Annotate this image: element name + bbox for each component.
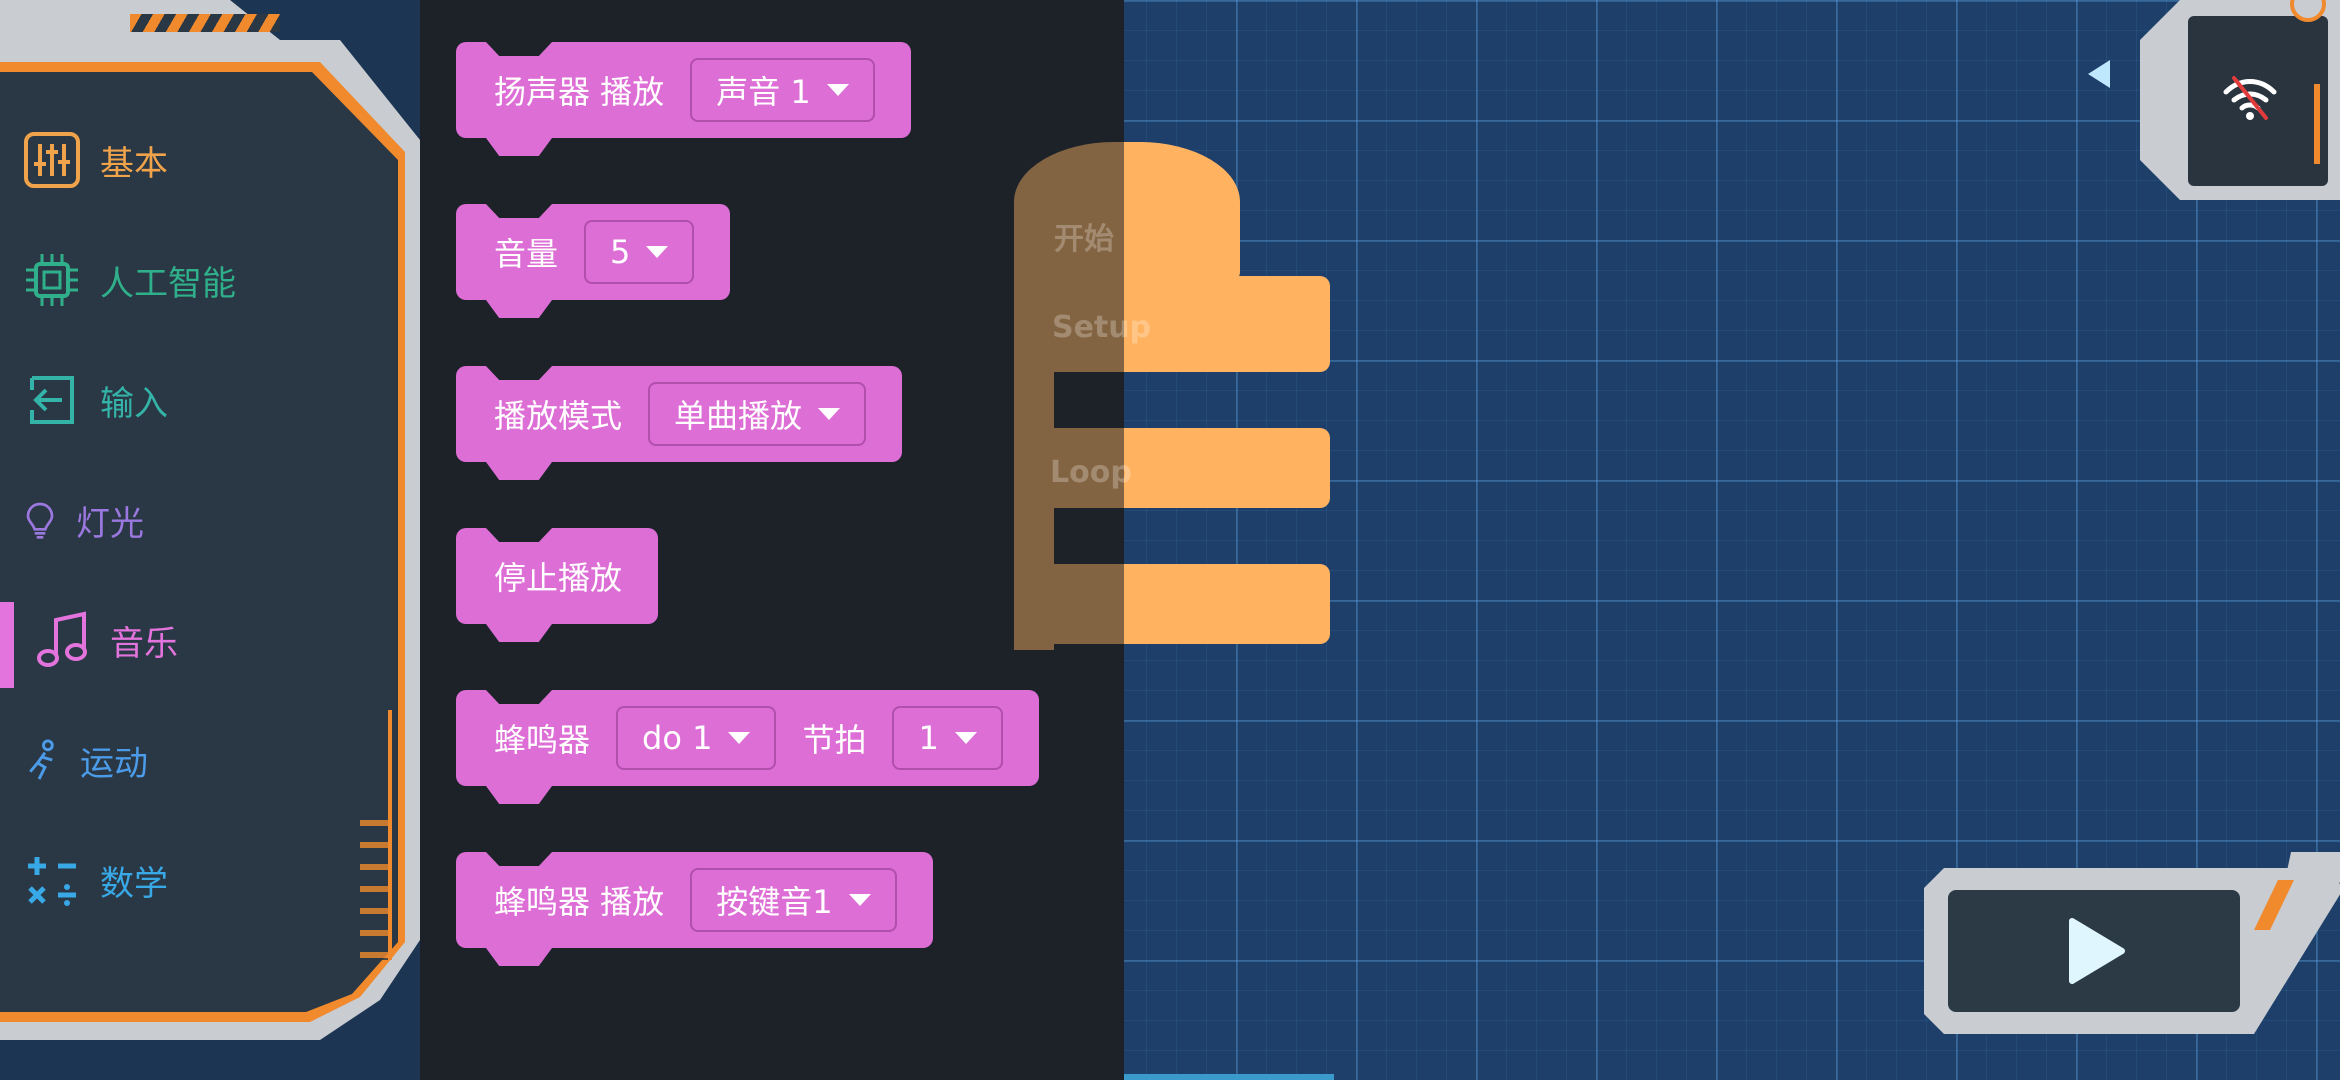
loop-label: Loop	[1050, 455, 1132, 490]
category-label: 音乐	[110, 623, 178, 664]
beat-dropdown[interactable]: 1	[892, 706, 1003, 770]
block-label: 蜂鸣器 播放	[494, 883, 665, 921]
category-motion[interactable]: 运动	[20, 725, 380, 795]
play-mode-dropdown[interactable]: 单曲播放	[648, 382, 867, 446]
collapse-arrow-icon[interactable]	[2088, 60, 2110, 88]
category-label: 基本	[100, 143, 168, 184]
volume-dropdown[interactable]: 5	[584, 220, 695, 284]
category-math[interactable]: 数学	[20, 845, 380, 915]
category-music[interactable]: 音乐	[30, 605, 390, 675]
run-button[interactable]	[1948, 890, 2240, 1012]
input-arrow-icon	[20, 368, 84, 432]
dropdown-value: 按键音1	[716, 883, 833, 921]
chevron-down-icon	[728, 732, 751, 744]
note-dropdown[interactable]: do 1	[616, 706, 777, 770]
running-figure-icon	[20, 728, 64, 792]
block-stop-play[interactable]: 停止播放	[456, 528, 659, 624]
wifi-off-icon	[2223, 76, 2277, 120]
chevron-down-icon	[848, 894, 871, 906]
math-symbols-icon	[20, 848, 84, 912]
block-label: 音量	[494, 235, 559, 273]
dropdown-value: 1	[918, 719, 939, 757]
hazard-stripes	[130, 14, 280, 32]
dropdown-value: 声音 1	[716, 73, 811, 111]
category-light[interactable]: 灯光	[20, 485, 380, 555]
block-label: 蜂鸣器	[494, 721, 591, 759]
buzzer-sound-dropdown[interactable]: 按键音1	[690, 868, 897, 932]
dropdown-value: 5	[610, 233, 631, 271]
chevron-down-icon	[954, 732, 977, 744]
block-buzzer-play[interactable]: 蜂鸣器 播放 按键音1	[456, 852, 933, 948]
category-label: 灯光	[76, 503, 144, 544]
sound-dropdown[interactable]: 声音 1	[690, 58, 875, 122]
block-label: 播放模式	[494, 397, 623, 435]
lightbulb-icon	[20, 488, 60, 552]
block-label-beat: 节拍	[802, 721, 867, 759]
music-note-icon	[30, 608, 94, 672]
workspace-scrollbar[interactable]	[1124, 1074, 1334, 1080]
category-basic[interactable]: 基本	[20, 125, 380, 195]
category-label: 数学	[100, 863, 168, 904]
device-panel-rail	[2314, 84, 2320, 164]
setup-label: Setup	[1052, 310, 1152, 345]
category-label: 运动	[80, 743, 148, 784]
chevron-down-icon	[818, 408, 841, 420]
chip-icon	[20, 248, 84, 312]
event-hat-label: 开始	[1054, 222, 1114, 257]
category-sidebar: 基本 人工智能 输入 灯光 音乐 运动 数学	[0, 0, 420, 1080]
active-category-indicator	[0, 602, 14, 688]
block-buzzer[interactable]: 蜂鸣器 do 1 节拍 1	[456, 690, 1039, 786]
category-label: 人工智能	[100, 263, 236, 304]
chevron-down-icon	[826, 84, 849, 96]
chevron-down-icon	[646, 246, 669, 258]
block-play-mode[interactable]: 播放模式 单曲播放	[456, 366, 903, 462]
sidebar-rail	[388, 710, 392, 960]
block-label: 停止播放	[494, 559, 623, 597]
connection-button[interactable]	[2212, 60, 2288, 136]
dropdown-value: 单曲播放	[674, 397, 803, 435]
block-speaker-play[interactable]: 扬声器 播放 声音 1	[456, 42, 911, 138]
block-volume[interactable]: 音量 5	[456, 204, 731, 300]
sliders-icon	[20, 128, 84, 192]
dropdown-value: do 1	[642, 719, 713, 757]
play-icon	[2069, 918, 2125, 984]
category-input[interactable]: 输入	[20, 365, 380, 435]
category-ai[interactable]: 人工智能	[20, 245, 380, 315]
category-label: 输入	[100, 383, 168, 424]
block-label: 扬声器 播放	[494, 73, 665, 111]
